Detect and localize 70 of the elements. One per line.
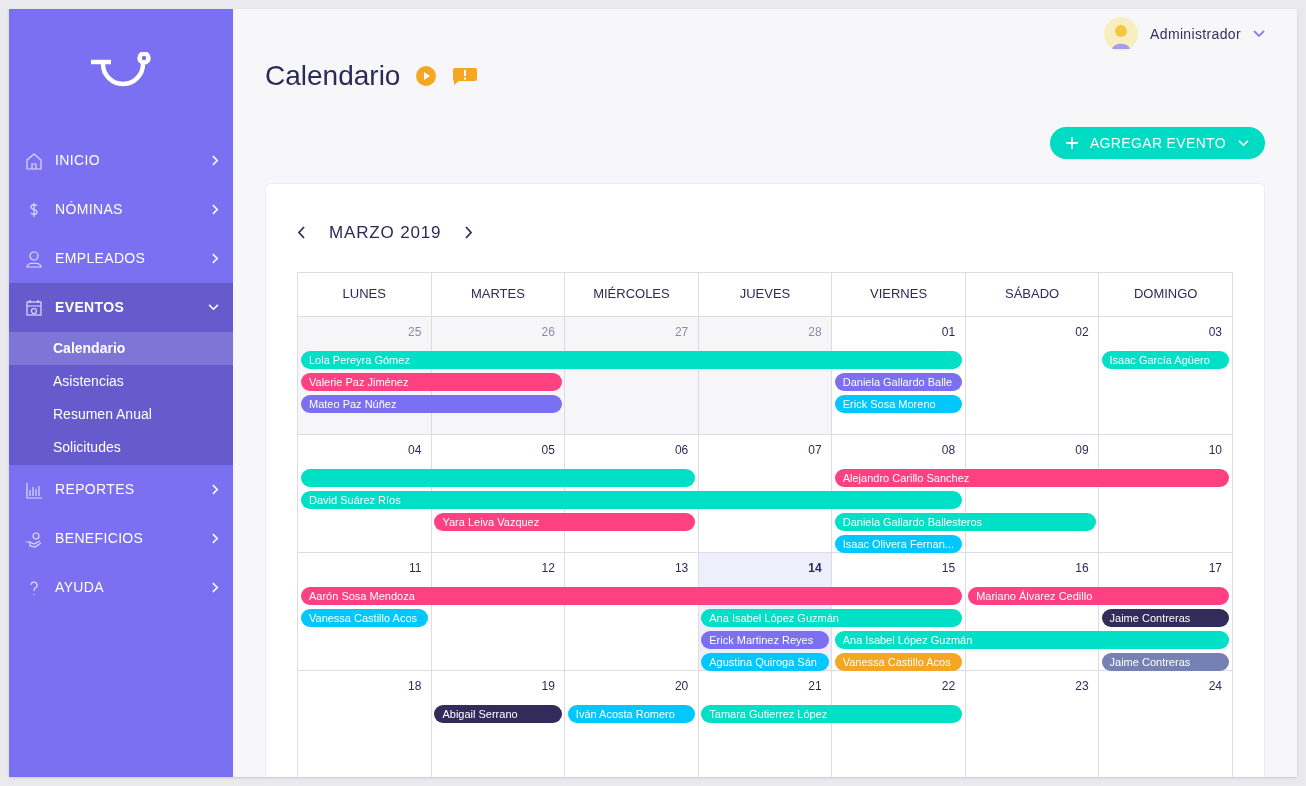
submenu-item[interactable]: Asistencias (9, 365, 233, 398)
sidebar-item[interactable]: EVENTOS (9, 283, 233, 332)
menu-item-icon (25, 529, 43, 548)
day-number: 24 (1208, 677, 1222, 695)
day-number: 25 (408, 323, 422, 341)
sidebar-item[interactable]: NÓMINAS (9, 185, 233, 234)
weekday-header: MIÉRCOLES (565, 272, 699, 317)
day-number: 27 (674, 323, 689, 341)
day-number: 15 (941, 559, 956, 577)
submenu-item[interactable]: Solicitudes (9, 431, 233, 464)
day-number: 16 (1075, 559, 1089, 577)
sidebar-item[interactable]: BENEFICIOS (9, 514, 233, 563)
chevron-right-icon (212, 155, 219, 166)
chevron-right-icon (212, 253, 219, 264)
day-number: 22 (941, 677, 956, 695)
day-number: 02 (1075, 323, 1089, 341)
day-number: 05 (541, 441, 555, 459)
day-number: 01 (941, 323, 956, 341)
day-number: 28 (808, 323, 822, 341)
day-number: 10 (1208, 441, 1222, 459)
alert-message-icon[interactable] (452, 67, 479, 85)
plus-icon (1065, 137, 1078, 149)
weekday-header: VIERNES (832, 272, 966, 317)
sidebar-item[interactable]: EMPLEADOS (9, 234, 233, 283)
day-number: 04 (408, 441, 422, 459)
user-menu[interactable]: Administrador (1104, 19, 1265, 49)
weekday-header: LUNES (298, 272, 432, 317)
weekday-header: JUEVES (698, 272, 833, 317)
page-title: Calendario (265, 59, 401, 93)
sidebar-item[interactable]: AYUDA (9, 563, 233, 612)
add-event-button[interactable]: AGREGAR EVENTO (1049, 127, 1265, 159)
day-number: 07 (808, 441, 822, 459)
menu-item-icon (25, 151, 43, 170)
day-number: 18 (408, 677, 422, 695)
month-title: MARZO 2019 (329, 222, 442, 244)
day-number: 12 (541, 559, 555, 577)
weekday-header: MARTES (431, 272, 566, 317)
day-number: 09 (1075, 441, 1089, 459)
chevron-right-icon (212, 204, 219, 215)
next-month-icon[interactable] (465, 226, 474, 240)
chevron-down-icon (208, 304, 219, 311)
day-number: 13 (674, 559, 689, 577)
submenu-item[interactable]: Calendario (9, 332, 233, 365)
menu-item-icon (25, 249, 43, 268)
weekday-header: DOMINGO (1099, 272, 1233, 317)
day-number: 26 (541, 323, 555, 341)
chevron-right-icon (212, 484, 219, 495)
day-number: 03 (1208, 323, 1222, 341)
day-number: 23 (1075, 677, 1089, 695)
menu-item-icon (25, 480, 43, 499)
day-number: 17 (1208, 559, 1222, 577)
day-number: 14 (808, 559, 822, 577)
day-number: 19 (541, 677, 555, 695)
day-number: 21 (808, 677, 822, 695)
chevron-right-icon (212, 582, 219, 593)
weekday-header: SÁBADO (965, 272, 1100, 317)
avatar-icon (1104, 17, 1139, 51)
day-number: 08 (941, 441, 956, 459)
menu-item-icon (25, 298, 43, 317)
sidebar-item[interactable]: INICIO (9, 136, 233, 185)
chevron-right-icon (212, 533, 219, 544)
day-number: 06 (674, 441, 689, 459)
sidebar-item[interactable]: REPORTES (9, 465, 233, 514)
day-number: 11 (408, 559, 422, 577)
chevron-down-icon (1253, 30, 1265, 38)
submenu-item[interactable]: Resumen Anual (9, 398, 233, 431)
day-number: 20 (674, 677, 689, 695)
chevron-down-icon (1238, 139, 1249, 147)
previous-month-icon[interactable] (297, 226, 305, 240)
play-icon[interactable] (416, 66, 437, 86)
